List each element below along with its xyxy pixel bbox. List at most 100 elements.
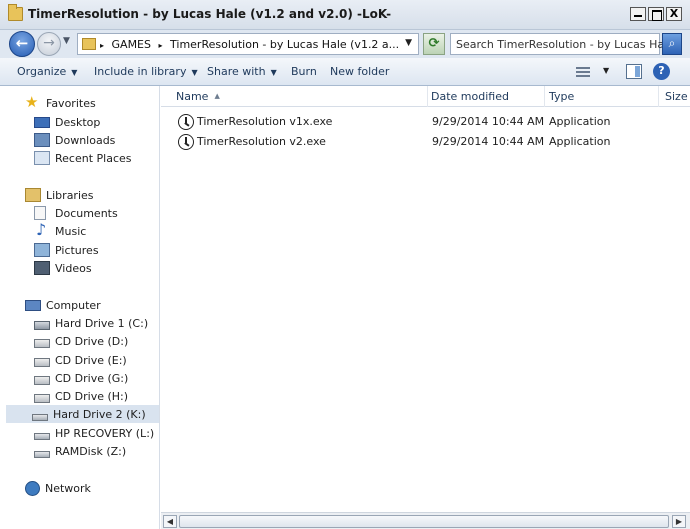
sidebar-item-favorites[interactable]: Favorites (25, 93, 96, 112)
search-input[interactable]: Search TimerResolution - by Lucas Ha... (450, 33, 675, 55)
scrollbar-thumb[interactable] (179, 515, 669, 528)
breadcrumb-separator[interactable]: ▸ (159, 41, 163, 50)
window-title: TimerResolution - by Lucas Hale (v1.2 an… (28, 7, 392, 21)
change-view-icon[interactable] (576, 67, 590, 77)
column-headers: Name ▲ Date modified Type Size (161, 86, 690, 107)
sidebar-item-computer[interactable]: Computer (25, 296, 101, 314)
sidebar-label: Libraries (46, 188, 94, 202)
address-bar[interactable]: ▸ GAMES ▸ TimerResolution - by Lucas Hal… (77, 33, 419, 55)
breadcrumb-games[interactable]: GAMES (112, 38, 151, 51)
sidebar-item-recent-places[interactable]: Recent Places (34, 149, 132, 167)
chevron-down-icon: ▼ (191, 68, 198, 77)
sidebar-label: CD Drive (G:) (55, 371, 129, 385)
application-clock-icon (178, 134, 194, 150)
sidebar-label: Documents (55, 206, 118, 220)
sidebar-label: Music (55, 224, 87, 238)
cd-drive-icon (34, 393, 50, 403)
libraries-icon (25, 188, 41, 202)
horizontal-scrollbar[interactable]: ◀ ▶ (161, 512, 690, 529)
sidebar-label: Videos (55, 261, 92, 275)
sidebar-item-drive-d[interactable]: CD Drive (D:) (34, 332, 128, 350)
videos-icon (34, 261, 50, 275)
maximize-button[interactable] (648, 7, 664, 21)
column-header-date-modified[interactable]: Date modified (425, 86, 545, 107)
file-name: TimerResolution v2.exe (197, 135, 326, 148)
scroll-right-icon[interactable]: ▶ (672, 515, 686, 528)
back-button[interactable]: ← (9, 31, 35, 57)
scroll-left-icon[interactable]: ◀ (163, 515, 177, 528)
computer-icon (25, 299, 41, 311)
sidebar-item-drive-g[interactable]: CD Drive (G:) (34, 369, 128, 387)
sidebar-item-videos[interactable]: Videos (34, 259, 92, 277)
sidebar-item-drive-e[interactable]: CD Drive (E:) (34, 351, 127, 369)
sidebar-label: CD Drive (D:) (55, 334, 129, 348)
hard-drive-icon (34, 450, 50, 458)
file-date: 9/29/2014 10:44 AM (432, 135, 545, 148)
search-button[interactable]: ⌕ (662, 33, 682, 55)
application-clock-icon (178, 114, 194, 130)
minimize-button[interactable] (630, 7, 646, 21)
include-in-library-label: Include in library (94, 65, 187, 78)
desktop-icon (34, 116, 50, 128)
window-controls: X (630, 7, 682, 21)
share-with-label: Share with (207, 65, 266, 78)
search-icon: ⌕ (668, 36, 676, 50)
sidebar-item-drive-z[interactable]: RAMDisk (Z:) (34, 442, 126, 460)
documents-icon (34, 206, 46, 220)
organize-button[interactable]: Organize ▼ (17, 65, 77, 78)
preview-pane-icon[interactable] (626, 64, 642, 79)
folder-icon (82, 38, 96, 50)
view-options-dropdown[interactable]: ▼ (603, 66, 609, 75)
search-placeholder: Search TimerResolution - by Lucas Ha... (456, 38, 675, 51)
cd-drive-icon (34, 357, 50, 367)
music-icon (34, 220, 50, 239)
column-label: Name (176, 90, 209, 103)
column-header-type[interactable]: Type (543, 86, 659, 107)
sidebar-label: Pictures (55, 243, 99, 257)
recent-pages-dropdown[interactable]: ▼ (63, 36, 70, 46)
file-type: Application (549, 135, 611, 148)
refresh-button[interactable]: ⟳ (423, 33, 445, 55)
sidebar-item-drive-h[interactable]: CD Drive (H:) (34, 387, 128, 405)
breadcrumb-current[interactable]: TimerResolution - by Lucas Hale (v1.2 a.… (170, 38, 399, 51)
breadcrumb: ▸ GAMES ▸ TimerResolution - by Lucas Hal… (100, 38, 399, 51)
organize-label: Organize (17, 65, 67, 78)
hard-drive-icon (34, 432, 50, 440)
file-row[interactable]: TimerResolution v1x.exe 9/29/2014 10:44 … (172, 113, 672, 131)
share-with-button[interactable]: Share with ▼ (207, 65, 277, 78)
column-header-name[interactable]: Name ▲ (170, 86, 428, 107)
sidebar-item-pictures[interactable]: Pictures (34, 241, 99, 259)
sidebar-label: Favorites (46, 96, 96, 110)
sidebar-item-drive-l[interactable]: HP RECOVERY (L:) (34, 424, 154, 442)
sidebar-item-desktop[interactable]: Desktop (34, 113, 100, 131)
new-folder-button[interactable]: New folder (330, 65, 389, 78)
burn-button[interactable]: Burn (291, 65, 317, 78)
address-dropdown-icon[interactable]: ▼ (405, 38, 412, 48)
hard-drive-icon (32, 413, 48, 421)
sidebar-label: Network (45, 481, 91, 495)
column-header-size[interactable]: Size (659, 86, 690, 107)
file-row[interactable]: TimerResolution v2.exe 9/29/2014 10:44 A… (172, 133, 672, 151)
include-in-library-button[interactable]: Include in library ▼ (94, 65, 198, 78)
sidebar-label: Recent Places (55, 151, 132, 165)
sidebar-item-drive-k[interactable]: Hard Drive 2 (K:) (6, 405, 159, 423)
sidebar-item-drive-c[interactable]: Hard Drive 1 (C:) (34, 314, 148, 332)
arrow-left-icon: ← (15, 34, 29, 52)
sidebar-item-network[interactable]: Network (25, 479, 91, 497)
pictures-icon (34, 243, 50, 257)
command-bar: Organize ▼ Include in library ▼ Share with… (0, 58, 690, 86)
sidebar-item-libraries[interactable]: Libraries (25, 186, 94, 204)
downloads-icon (34, 133, 50, 147)
forward-button[interactable]: → (37, 32, 61, 56)
sidebar-label: CD Drive (H:) (55, 389, 129, 403)
help-icon[interactable]: ? (653, 63, 670, 80)
sidebar-item-downloads[interactable]: Downloads (34, 131, 115, 149)
file-date: 9/29/2014 10:44 AM (432, 115, 545, 128)
sidebar-label: Downloads (55, 133, 116, 147)
cd-drive-icon (34, 375, 50, 385)
file-type: Application (549, 115, 611, 128)
sidebar-item-music[interactable]: Music (34, 220, 87, 240)
breadcrumb-separator[interactable]: ▸ (100, 41, 104, 50)
close-button[interactable]: X (666, 7, 682, 21)
sidebar-item-documents[interactable]: Documents (34, 204, 118, 222)
